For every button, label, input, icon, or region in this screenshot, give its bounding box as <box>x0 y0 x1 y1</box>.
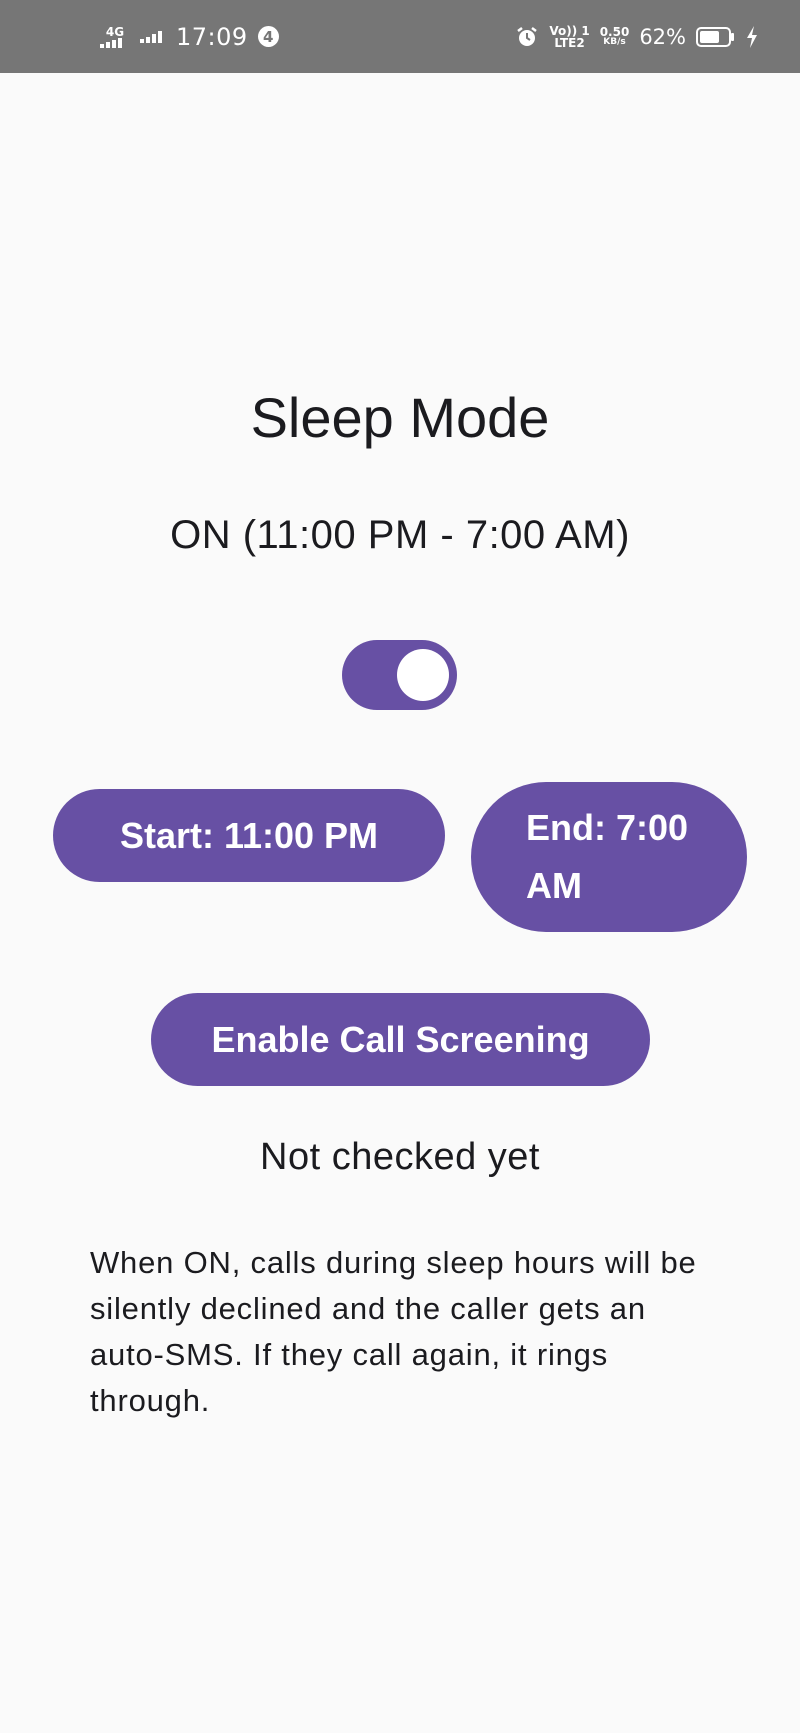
lte-label: LTE2 <box>554 35 585 50</box>
notification-count-badge: 4 <box>257 26 279 47</box>
toggle-thumb <box>397 649 449 701</box>
call-screening-status: Not checked yet <box>260 1136 540 1178</box>
clock-time: 17:09 <box>176 22 248 51</box>
description-text: When ON, calls during sleep hours will b… <box>90 1245 697 1418</box>
network-indicator: 4G <box>100 26 130 48</box>
enable-call-screening-button[interactable]: Enable Call Screening <box>151 993 650 1086</box>
network-speed-indicator: 0.50 KB/s <box>600 26 630 47</box>
start-time-button[interactable]: Start: 11:00 PM <box>53 789 445 882</box>
network-speed-unit: KB/s <box>603 37 626 47</box>
alarm-icon <box>515 25 539 49</box>
sleep-mode-toggle[interactable] <box>342 640 457 710</box>
volte-indicator: Vo)) 1 LTE2 <box>549 25 589 49</box>
signal-strength-icon-sim2 <box>140 30 166 43</box>
sleep-mode-status: ON (11:00 PM - 7:00 AM) <box>170 513 630 557</box>
status-bar: 4G 17:09 4 Vo)) 1 LTE2 0.50 KB/s 62% <box>0 0 800 73</box>
network-type-label: 4G <box>105 24 125 39</box>
status-bar-right: Vo)) 1 LTE2 0.50 KB/s 62% <box>515 0 758 73</box>
battery-icon <box>696 26 736 48</box>
battery-percent: 62% <box>639 24 686 49</box>
signal-strength-icon <box>100 37 130 48</box>
end-time-button[interactable]: End: 7:00 AM <box>471 782 747 932</box>
page-title: Sleep Mode <box>250 386 550 449</box>
volte-label: Vo)) 1 <box>549 23 590 38</box>
status-bar-left: 4G 17:09 4 <box>100 0 279 73</box>
charging-bolt-icon <box>746 25 758 48</box>
